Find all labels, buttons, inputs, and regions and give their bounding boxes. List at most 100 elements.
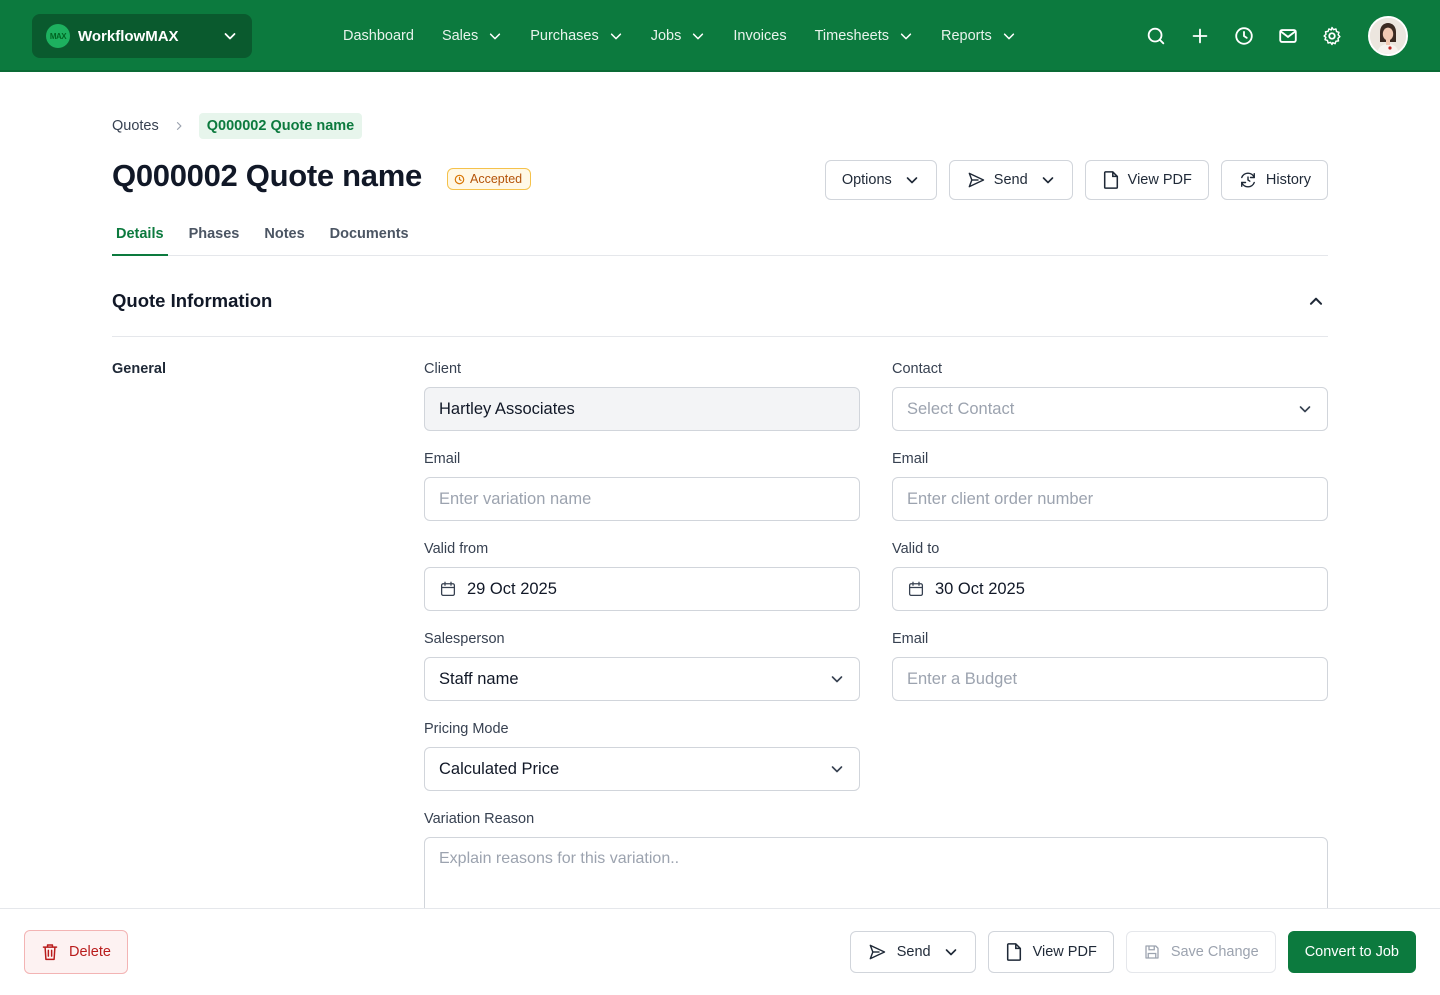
plus-icon[interactable]	[1188, 24, 1212, 48]
app-switcher[interactable]: MAX WorkflowMAX	[32, 14, 252, 58]
client-order-input[interactable]	[907, 489, 1313, 509]
contact-placeholder: Select Contact	[907, 399, 1015, 418]
delete-label: Delete	[69, 944, 111, 960]
send-button[interactable]: Send	[948, 160, 1073, 200]
nav-purchases[interactable]: Purchases	[530, 28, 623, 44]
salesperson-select[interactable]: Staff name	[424, 657, 860, 701]
contact-select[interactable]: Select Contact	[892, 387, 1328, 431]
tab-details[interactable]: Details	[112, 220, 168, 256]
breadcrumb-current: Q000002 Quote name	[198, 113, 363, 139]
chevron-down-icon	[609, 29, 623, 43]
save-change-button[interactable]: Save Change	[1125, 931, 1276, 973]
variation-reason-label: Variation Reason	[424, 811, 535, 827]
nav-dashboard[interactable]: Dashboard	[343, 28, 414, 44]
document-icon	[1102, 170, 1120, 190]
nav-sales[interactable]: Sales	[442, 28, 502, 44]
options-label: Options	[841, 172, 892, 188]
chevron-down-icon	[1002, 29, 1016, 43]
user-avatar[interactable]	[1368, 16, 1408, 56]
calendar-icon	[907, 580, 925, 598]
section-title: Quote Information	[112, 290, 273, 311]
page-title: Q000002 Quote name	[112, 158, 422, 193]
clock-icon[interactable]	[1232, 24, 1256, 48]
nav-label: Timesheets	[814, 28, 889, 44]
delete-button[interactable]: Delete	[24, 930, 128, 974]
nav-jobs[interactable]: Jobs	[651, 28, 706, 44]
valid-from-date[interactable]: 29 Oct 2025	[424, 567, 860, 611]
footer-send-button[interactable]: Send	[849, 931, 976, 973]
send-icon	[966, 170, 986, 190]
footer-send-label: Send	[896, 944, 931, 960]
client-field[interactable]: Hartley Associates	[424, 387, 860, 431]
status-clock-icon	[454, 174, 465, 185]
salesperson-label: Salesperson	[424, 631, 505, 647]
valid-from-value: 29 Oct 2025	[467, 579, 557, 598]
search-icon[interactable]	[1144, 24, 1168, 48]
budget-label: Email	[892, 631, 929, 647]
view-pdf-button[interactable]: View PDF	[1084, 160, 1209, 200]
client-value: Hartley Associates	[439, 399, 575, 418]
pricing-mode-label: Pricing Mode	[424, 721, 509, 737]
budget-field	[892, 657, 1328, 701]
email-label: Email	[424, 451, 461, 467]
tab-documents[interactable]: Documents	[326, 220, 413, 256]
nav-invoices[interactable]: Invoices	[733, 28, 786, 44]
contact-label: Contact	[892, 361, 942, 377]
breadcrumb-quotes[interactable]: Quotes	[112, 118, 159, 134]
salesperson-value: Staff name	[439, 669, 519, 688]
breadcrumb: Quotes Q000002 Quote name	[112, 112, 363, 140]
document-icon	[1005, 942, 1023, 962]
save-change-label: Save Change	[1170, 944, 1259, 960]
chevron-down-icon	[829, 671, 845, 687]
chevron-down-icon	[488, 29, 502, 43]
section-header: Quote Information	[112, 280, 1328, 337]
client-label: Client	[424, 361, 462, 377]
tab-notes[interactable]: Notes	[260, 220, 308, 256]
tab-phases[interactable]: Phases	[185, 220, 244, 256]
calendar-icon	[439, 580, 457, 598]
options-button[interactable]: Options	[824, 160, 937, 200]
footer-action-bar: Delete Send View PDF Save Change Convert…	[0, 908, 1440, 995]
email-input[interactable]	[439, 489, 845, 509]
history-icon	[1238, 170, 1258, 190]
footer-view-pdf-button[interactable]: View PDF	[987, 931, 1114, 973]
valid-to-value: 30 Oct 2025	[935, 579, 1025, 598]
chevron-down-icon	[943, 944, 959, 960]
nav-reports[interactable]: Reports	[941, 28, 1016, 44]
mail-icon[interactable]	[1276, 24, 1300, 48]
tab-bar: Details Phases Notes Documents	[112, 220, 1328, 256]
email-label-right: Email	[892, 451, 929, 467]
chevron-down-icon	[829, 761, 845, 777]
valid-from-label: Valid from	[424, 541, 489, 557]
app-name: WorkflowMAX	[78, 27, 179, 45]
view-pdf-label: View PDF	[1127, 172, 1192, 188]
app-logo: MAX	[46, 24, 70, 48]
chevron-up-icon[interactable]	[1304, 289, 1328, 313]
chevron-down-icon	[1040, 172, 1056, 188]
nav-label: Reports	[940, 28, 992, 44]
valid-to-date[interactable]: 30 Oct 2025	[892, 567, 1328, 611]
chevron-down-icon	[691, 29, 705, 43]
pricing-mode-select[interactable]: Calculated Price	[424, 747, 860, 791]
nav-label: Invoices	[733, 28, 787, 44]
send-icon	[867, 942, 887, 962]
pricing-mode-value: Calculated Price	[439, 759, 560, 778]
gear-icon[interactable]	[1320, 24, 1344, 48]
page-actions: Options Send View PDF History	[813, 160, 1328, 200]
status-badge: Accepted	[447, 168, 532, 190]
footer-actions: Send View PDF Save Change Convert to Job	[838, 931, 1416, 973]
nav-icon-group	[1144, 24, 1364, 48]
footer-view-pdf-label: View PDF	[1032, 944, 1097, 960]
group-label-general: General	[112, 361, 166, 377]
chevron-down-icon	[904, 172, 920, 188]
chevron-down-icon	[1297, 401, 1313, 417]
email-field	[424, 477, 860, 521]
trash-icon	[41, 942, 59, 962]
chevron-down-icon	[222, 28, 238, 44]
chevron-right-icon	[173, 120, 185, 132]
convert-to-job-button[interactable]: Convert to Job	[1287, 931, 1416, 973]
nav-timesheets[interactable]: Timesheets	[815, 28, 913, 44]
budget-input[interactable]	[907, 669, 1313, 689]
nav-label: Purchases	[530, 28, 599, 44]
history-button[interactable]: History	[1220, 160, 1328, 200]
